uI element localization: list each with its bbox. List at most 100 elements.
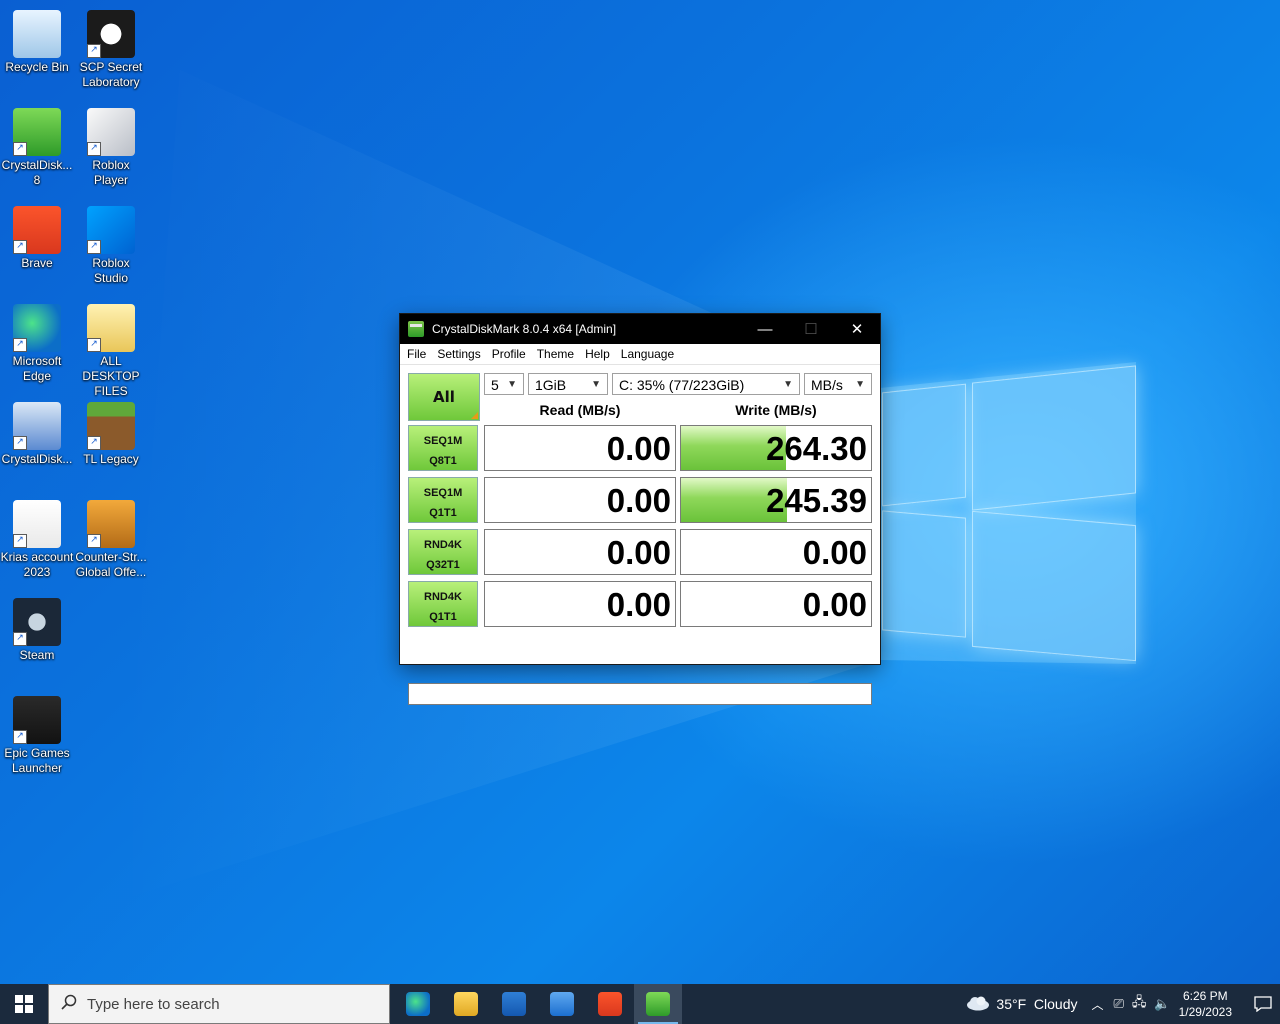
chevron-up-icon[interactable]: ︿ xyxy=(1092,996,1104,1013)
write-result-cell: 0.00 xyxy=(680,529,872,575)
menu-theme[interactable]: Theme xyxy=(533,347,581,361)
menu-language[interactable]: Language xyxy=(617,347,681,361)
write-result-cell: 264.30 xyxy=(680,425,872,471)
menu-bar: File Settings Profile Theme Help Languag… xyxy=(400,344,880,365)
network-icon[interactable]: 🖧 xyxy=(1132,993,1147,1015)
desktop-icon[interactable]: ↗ Microsoft Edge xyxy=(0,298,74,384)
meet-now-icon[interactable]: ⎚ xyxy=(1114,996,1124,1012)
run-all-button[interactable]: All xyxy=(408,373,480,421)
test-count-select[interactable]: 5 ▼ xyxy=(484,373,524,395)
desktop-icon-label: Steam xyxy=(19,648,55,662)
clock[interactable]: 6:26 PM 1/29/2023 xyxy=(1179,988,1232,1020)
roblox-studio-icon: ↗ xyxy=(87,206,135,254)
desktop-icon[interactable]: ↗ ALL DESKTOP FILES xyxy=(74,298,148,399)
test-name: RND4K xyxy=(424,539,462,551)
desktop-icon-label: CrystalDisk... xyxy=(1,452,73,466)
test-button[interactable]: SEQ1M Q1T1 xyxy=(408,477,478,523)
clock-time: 6:26 PM xyxy=(1182,989,1228,1003)
desktop-icon[interactable]: ↗ SCP Secret Laboratory xyxy=(74,4,148,90)
test-button[interactable]: RND4K Q1T1 xyxy=(408,581,478,627)
desktop-icon-label: Roblox Studio xyxy=(92,256,130,285)
test-button[interactable]: RND4K Q32T1 xyxy=(408,529,478,575)
taskbar-app-button[interactable] xyxy=(442,984,490,1024)
desktop-icon[interactable]: ↗ CrystalDisk... xyxy=(0,396,74,467)
desktop-icon[interactable]: ↗ Roblox Player xyxy=(74,102,148,188)
volume-icon[interactable]: 🔈 xyxy=(1154,996,1170,1012)
search-placeholder: Type here to search xyxy=(87,995,220,1013)
test-queue: Q32T1 xyxy=(426,559,460,571)
search-box[interactable]: Type here to search xyxy=(48,984,390,1024)
desktop-icon[interactable]: ↗ Roblox Studio xyxy=(74,200,148,286)
test-size-select[interactable]: 1GiB ▼ xyxy=(528,373,608,395)
weather-text[interactable]: 35°F Cloudy xyxy=(996,996,1077,1012)
drive-select[interactable]: C: 35% (77/223GiB) ▼ xyxy=(612,373,800,395)
taskbar-app-button[interactable] xyxy=(490,984,538,1024)
desktop-icon[interactable]: ↗ Brave xyxy=(0,200,74,271)
test-name: RND4K xyxy=(424,591,462,603)
search-icon xyxy=(61,994,77,1014)
close-button[interactable]: ✕ xyxy=(834,314,880,344)
store-icon xyxy=(502,992,526,1016)
epic-games-icon: ↗ xyxy=(13,696,61,744)
menu-file[interactable]: File xyxy=(403,347,433,361)
write-header: Write (MB/s) xyxy=(735,402,817,418)
desktop-icon[interactable]: ↗ Counter-Str... Global Offe... xyxy=(74,494,148,580)
taskbar-app-button[interactable] xyxy=(634,984,682,1024)
shortcut-arrow-icon: ↗ xyxy=(13,338,27,352)
read-result-cell: 0.00 xyxy=(484,529,676,575)
write-result-value: 264.30 xyxy=(766,430,867,467)
menu-help[interactable]: Help xyxy=(581,347,617,361)
taskbar-app-button[interactable] xyxy=(586,984,634,1024)
menu-settings[interactable]: Settings xyxy=(433,347,487,361)
unit-select[interactable]: MB/s ▼ xyxy=(804,373,872,395)
shortcut-arrow-icon: ↗ xyxy=(13,534,27,548)
test-button[interactable]: SEQ1M Q8T1 xyxy=(408,425,478,471)
window-title: CrystalDiskMark 8.0.4 x64 [Admin] xyxy=(432,322,617,336)
taskbar-app-button[interactable] xyxy=(394,984,442,1024)
write-result-value: 245.39 xyxy=(766,482,867,519)
crystaldisk-icon: ↗ xyxy=(13,108,61,156)
desktop-icon[interactable]: ↗ Steam xyxy=(0,592,74,663)
mail-icon xyxy=(550,992,574,1016)
brave-icon: ↗ xyxy=(13,206,61,254)
shortcut-arrow-icon: ↗ xyxy=(87,534,101,548)
test-count-value: 5 xyxy=(491,377,499,393)
read-result-value: 0.00 xyxy=(606,534,671,571)
desktop-icon-label: Roblox Player xyxy=(92,158,130,187)
file-explorer-icon xyxy=(454,992,478,1016)
minimize-button[interactable]: — xyxy=(742,314,788,344)
text-file-icon: ↗ xyxy=(13,500,61,548)
notification-center-button[interactable] xyxy=(1246,996,1280,1012)
desktop-icon[interactable]: ↗ Epic Games Launcher xyxy=(0,690,74,776)
read-result-value: 0.00 xyxy=(606,430,671,467)
desktop-icon-label: Microsoft Edge xyxy=(12,354,62,383)
wallpaper-logo-pane xyxy=(972,365,1136,511)
chevron-down-icon: ▼ xyxy=(855,379,865,390)
desktop-icon[interactable]: ↗ TL Legacy xyxy=(74,396,148,467)
desktop-icon[interactable]: Recycle Bin xyxy=(0,4,74,75)
taskbar-app-button[interactable] xyxy=(538,984,586,1024)
shortcut-arrow-icon: ↗ xyxy=(13,240,27,254)
desktop-icon-label: SCP Secret Laboratory xyxy=(79,60,143,89)
scp-icon: ↗ xyxy=(87,10,135,58)
desktop-icon-label: Krias account 2023 xyxy=(0,550,74,579)
brave-icon xyxy=(598,992,622,1016)
steam-icon: ↗ xyxy=(13,598,61,646)
comment-field[interactable] xyxy=(408,683,872,705)
desktop-icon[interactable]: ↗ CrystalDisk... 8 xyxy=(0,102,74,188)
shortcut-arrow-icon: ↗ xyxy=(87,436,101,450)
csgo-icon: ↗ xyxy=(87,500,135,548)
read-result-cell: 0.00 xyxy=(484,425,676,471)
desktop-icon[interactable]: ↗ Krias account 2023 xyxy=(0,494,74,580)
maximize-button[interactable]: ☐ xyxy=(788,314,834,344)
desktop-icon-label: ALL DESKTOP FILES xyxy=(82,354,140,398)
windows-logo-icon xyxy=(15,995,33,1013)
wallpaper-logo-pane xyxy=(882,510,966,638)
desktop-icon-label: TL Legacy xyxy=(83,452,139,466)
title-bar[interactable]: CrystalDiskMark 8.0.4 x64 [Admin] — ☐ ✕ xyxy=(400,314,880,344)
read-result-cell: 0.00 xyxy=(484,477,676,523)
start-button[interactable] xyxy=(0,984,48,1024)
menu-profile[interactable]: Profile xyxy=(488,347,533,361)
drive-value: C: 35% (77/223GiB) xyxy=(619,377,745,393)
folder-icon: ↗ xyxy=(87,304,135,352)
